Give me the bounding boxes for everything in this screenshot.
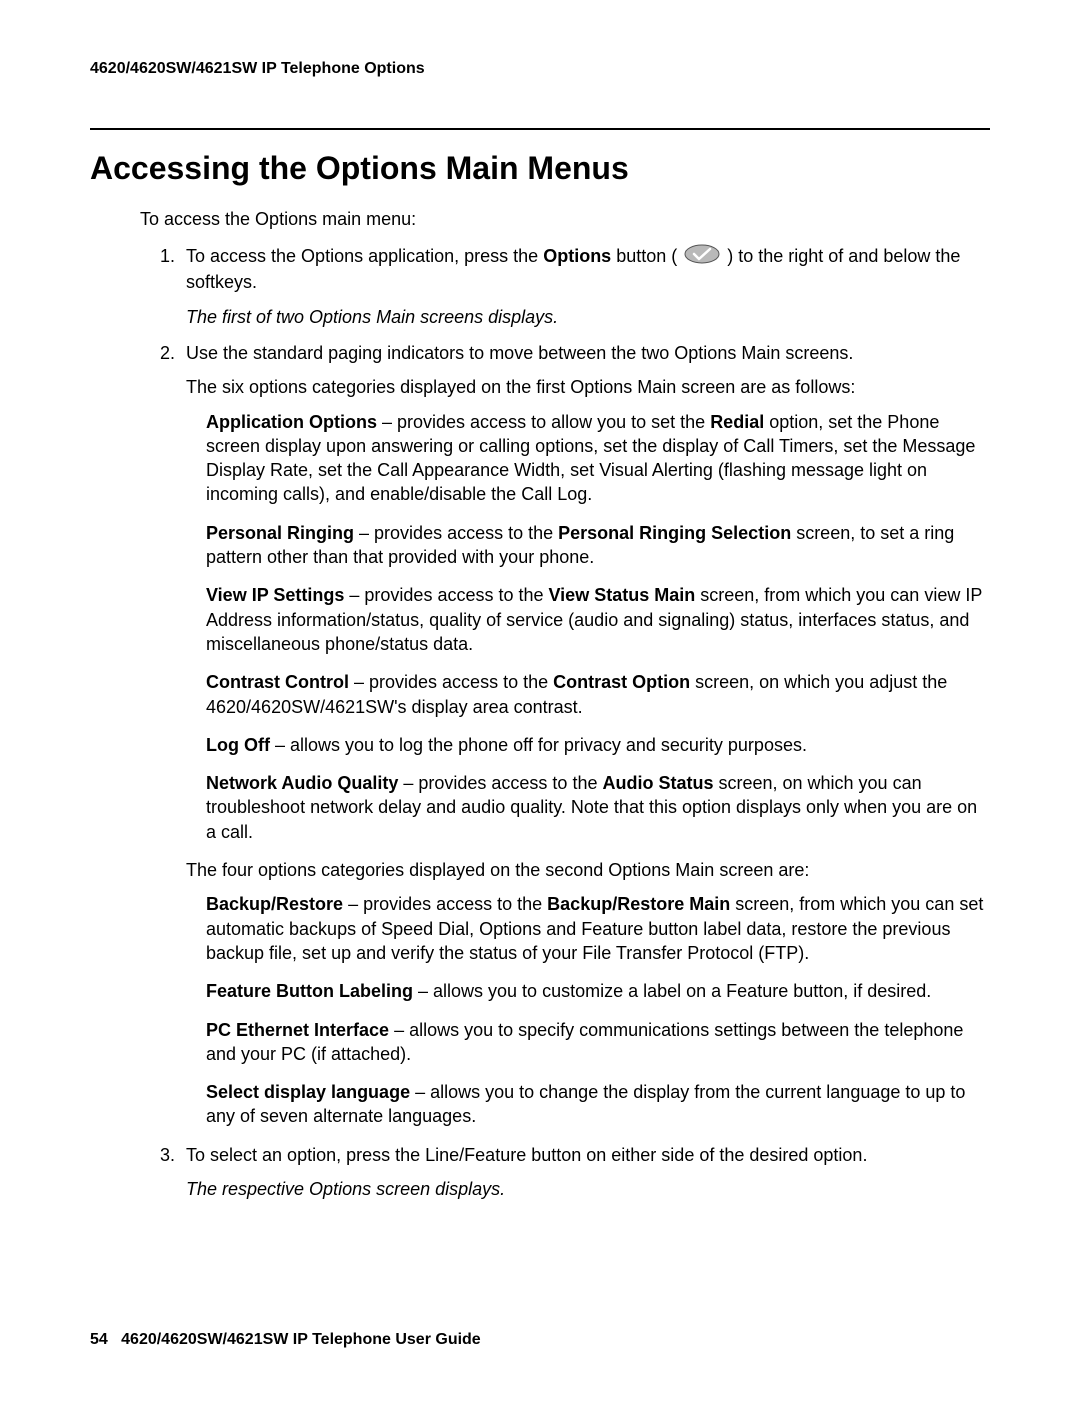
- intro-text: To access the Options main menu:: [140, 209, 990, 230]
- step-1: 1. To access the Options application, pr…: [160, 244, 990, 329]
- step-1-bold-options: Options: [543, 246, 611, 266]
- page: 4620/4620SW/4621SW IP Telephone Options …: [0, 0, 1080, 1409]
- option-feature-button-labeling: Feature Button Labeling – allows you to …: [206, 979, 990, 1003]
- step-number: 3.: [160, 1143, 175, 1167]
- steps-list: 1. To access the Options application, pr…: [160, 244, 990, 1201]
- option-personal-ringing: Personal Ringing – provides access to th…: [206, 521, 990, 570]
- step-number: 1.: [160, 244, 175, 268]
- option-label: Application Options: [206, 412, 377, 432]
- step-number: 2.: [160, 341, 175, 365]
- step-1-result: The first of two Options Main screens di…: [186, 305, 990, 329]
- option-text-pre: – provides access to allow you to set th…: [377, 412, 710, 432]
- option-label: Contrast Control: [206, 672, 349, 692]
- option-label: PC Ethernet Interface: [206, 1020, 389, 1040]
- option-text-bold: Backup/Restore Main: [547, 894, 730, 914]
- step-1-mid: button (: [611, 246, 682, 266]
- step-3-result: The respective Options screen displays.: [186, 1177, 990, 1201]
- footer-guide-title: 4620/4620SW/4621SW IP Telephone User Gui…: [121, 1331, 481, 1348]
- option-text-post: – allows you to customize a label on a F…: [413, 981, 931, 1001]
- step-2-line1: Use the standard paging indicators to mo…: [186, 343, 853, 363]
- option-label: Backup/Restore: [206, 894, 343, 914]
- step-2: 2. Use the standard paging indicators to…: [160, 341, 990, 1129]
- option-text-bold: Contrast Option: [553, 672, 690, 692]
- option-backup-restore: Backup/Restore – provides access to the …: [206, 892, 990, 965]
- option-label: Personal Ringing: [206, 523, 354, 543]
- option-text-pre: – provides access to the: [398, 773, 602, 793]
- option-text-pre: – provides access to the: [343, 894, 547, 914]
- option-text-bold: Audio Status: [602, 773, 713, 793]
- step-1-pre: To access the Options application, press…: [186, 246, 543, 266]
- page-title: Accessing the Options Main Menus: [90, 150, 990, 187]
- option-label: View IP Settings: [206, 585, 344, 605]
- page-footer: 54 4620/4620SW/4621SW IP Telephone User …: [90, 1331, 990, 1349]
- option-text-bold: Redial: [710, 412, 764, 432]
- step-2-line3: The four options categories displayed on…: [186, 858, 990, 882]
- section-rule: [90, 128, 990, 130]
- option-text-pre: – provides access to the: [354, 523, 558, 543]
- option-text-post: – allows you to log the phone off for pr…: [270, 735, 807, 755]
- option-text-pre: – provides access to the: [349, 672, 553, 692]
- option-text-bold: View Status Main: [549, 585, 696, 605]
- footer-page-number: 54: [90, 1331, 108, 1348]
- option-label: Select display language: [206, 1082, 410, 1102]
- option-pc-ethernet-interface: PC Ethernet Interface – allows you to sp…: [206, 1018, 990, 1067]
- options-button-icon: [684, 244, 720, 270]
- option-log-off: Log Off – allows you to log the phone of…: [206, 733, 990, 757]
- option-contrast-control: Contrast Control – provides access to th…: [206, 670, 990, 719]
- step-3: 3. To select an option, press the Line/F…: [160, 1143, 990, 1202]
- option-label: Log Off: [206, 735, 270, 755]
- step-2-line2: The six options categories displayed on …: [186, 375, 990, 399]
- option-label: Network Audio Quality: [206, 773, 398, 793]
- running-header: 4620/4620SW/4621SW IP Telephone Options: [90, 60, 990, 78]
- option-text-pre: – provides access to the: [344, 585, 548, 605]
- option-view-ip-settings: View IP Settings – provides access to th…: [206, 583, 990, 656]
- step-3-line1: To select an option, press the Line/Feat…: [186, 1145, 867, 1165]
- option-network-audio-quality: Network Audio Quality – provides access …: [206, 771, 990, 844]
- option-select-display-language: Select display language – allows you to …: [206, 1080, 990, 1129]
- option-text-bold: Personal Ringing Selection: [558, 523, 791, 543]
- option-label: Feature Button Labeling: [206, 981, 413, 1001]
- option-application-options: Application Options – provides access to…: [206, 410, 990, 507]
